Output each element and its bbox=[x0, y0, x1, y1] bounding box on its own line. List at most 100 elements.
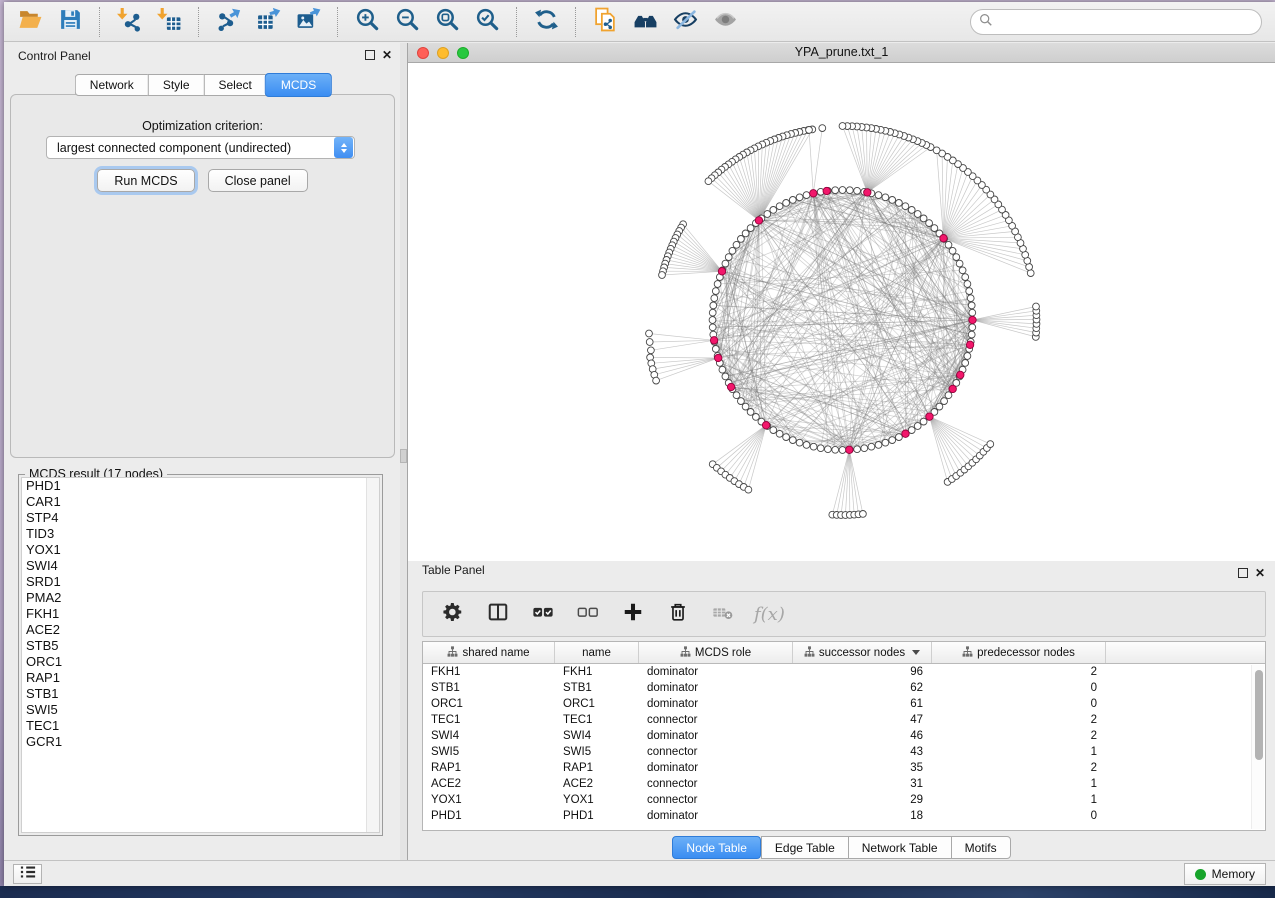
table-row[interactable]: RAP1RAP1dominator352 bbox=[423, 760, 1265, 776]
table-scrollbar[interactable] bbox=[1251, 665, 1264, 829]
table-row[interactable]: SWI4SWI4dominator462 bbox=[423, 728, 1265, 744]
mcds-result-item[interactable]: GCR1 bbox=[22, 734, 379, 750]
mcds-result-item[interactable]: STP4 bbox=[22, 510, 379, 526]
search-input[interactable] bbox=[993, 15, 1261, 29]
table-row[interactable]: SWI5SWI5connector431 bbox=[423, 744, 1265, 760]
zoom-selected-button[interactable] bbox=[467, 5, 507, 39]
tab-edge-table[interactable]: Edge Table bbox=[761, 836, 848, 859]
network-window-titlebar[interactable]: YPA_prune.txt_1 bbox=[408, 43, 1275, 63]
zoom-out-button[interactable] bbox=[387, 5, 427, 39]
export-image-button[interactable] bbox=[288, 5, 328, 39]
attribute-tree-icon bbox=[447, 646, 458, 660]
mcds-result-item[interactable]: STB5 bbox=[22, 638, 379, 654]
cell-predecessor-nodes: 1 bbox=[932, 778, 1106, 790]
save-session-button[interactable] bbox=[50, 5, 90, 39]
table-panel-tabs: Node Table Edge Table Network Table Moti… bbox=[408, 836, 1275, 859]
delete-table-button[interactable] bbox=[709, 599, 737, 629]
select-all-rows-button[interactable] bbox=[529, 599, 557, 629]
import-network-button[interactable] bbox=[109, 5, 149, 39]
deselect-all-rows-button[interactable] bbox=[574, 599, 602, 629]
mcds-result-item[interactable]: PHD1 bbox=[22, 478, 379, 494]
tab-network-table[interactable]: Network Table bbox=[848, 836, 951, 859]
tab-style[interactable]: Style bbox=[148, 74, 204, 96]
attribute-tree-icon bbox=[680, 646, 691, 660]
table-row[interactable]: ACE2ACE2connector311 bbox=[423, 776, 1265, 792]
zoom-in-button[interactable] bbox=[347, 5, 387, 39]
float-panel-button[interactable] bbox=[365, 50, 375, 60]
import-network-icon bbox=[117, 7, 142, 37]
export-network-button[interactable] bbox=[208, 5, 248, 39]
mcds-result-item[interactable]: FKH1 bbox=[22, 606, 379, 622]
memory-button[interactable]: Memory bbox=[1184, 863, 1266, 885]
function-builder-button[interactable]: f(x) bbox=[754, 604, 785, 625]
add-column-button[interactable] bbox=[619, 599, 647, 629]
close-panel-button2[interactable]: Close panel bbox=[208, 169, 308, 192]
close-table-panel-button[interactable]: ✕ bbox=[1255, 568, 1265, 578]
mcds-list-scrollbar[interactable] bbox=[366, 478, 379, 832]
mcds-result-item[interactable]: YOX1 bbox=[22, 542, 379, 558]
hide-selected-button[interactable] bbox=[665, 5, 705, 39]
window-close-button[interactable] bbox=[417, 47, 429, 59]
import-table-button[interactable] bbox=[149, 5, 189, 39]
table-panel-title: Table Panel bbox=[408, 563, 485, 577]
float-table-panel-button[interactable] bbox=[1238, 568, 1248, 578]
tab-node-table[interactable]: Node Table bbox=[672, 836, 761, 859]
table-row[interactable]: FKH1FKH1dominator962 bbox=[423, 664, 1265, 680]
tab-network[interactable]: Network bbox=[75, 74, 148, 96]
cell-MCDS-role: connector bbox=[639, 714, 793, 726]
mcds-result-item[interactable]: PMA2 bbox=[22, 590, 379, 606]
column-header-MCDS-role[interactable]: MCDS role bbox=[639, 642, 793, 663]
mcds-result-item[interactable]: SWI4 bbox=[22, 558, 379, 574]
window-zoom-button[interactable] bbox=[457, 47, 469, 59]
mcds-result-item[interactable]: ACE2 bbox=[22, 622, 379, 638]
show-column-button[interactable] bbox=[484, 599, 512, 629]
gear-icon bbox=[442, 601, 464, 628]
mcds-result-item[interactable]: TID3 bbox=[22, 526, 379, 542]
run-mcds-button[interactable]: Run MCDS bbox=[97, 169, 194, 192]
task-history-button[interactable] bbox=[13, 864, 42, 884]
find-button[interactable] bbox=[625, 5, 665, 39]
mcds-result-item[interactable]: CAR1 bbox=[22, 494, 379, 510]
table-row[interactable]: PHD1PHD1dominator180 bbox=[423, 808, 1265, 824]
refresh-button[interactable] bbox=[526, 5, 566, 39]
tab-mcds[interactable]: MCDS bbox=[265, 73, 332, 97]
mcds-result-item[interactable]: STB1 bbox=[22, 686, 379, 702]
column-header-successor-nodes[interactable]: successor nodes bbox=[793, 642, 932, 663]
tab-select[interactable]: Select bbox=[204, 74, 266, 96]
splitter-grip-icon[interactable] bbox=[400, 449, 407, 463]
column-header-shared-name[interactable]: shared name bbox=[423, 642, 555, 663]
clone-network-button[interactable] bbox=[585, 5, 625, 39]
cell-shared-name: TEC1 bbox=[423, 714, 555, 726]
mcds-result-item[interactable]: RAP1 bbox=[22, 670, 379, 686]
criterion-dropdown[interactable]: largest connected component (undirected) bbox=[46, 136, 355, 159]
mcds-result-item[interactable]: SWI5 bbox=[22, 702, 379, 718]
cell-name: ACE2 bbox=[555, 778, 639, 790]
table-row[interactable]: ORC1ORC1dominator610 bbox=[423, 696, 1265, 712]
column-header-predecessor-nodes[interactable]: predecessor nodes bbox=[932, 642, 1106, 663]
panel-splitter[interactable] bbox=[400, 43, 407, 860]
mcds-result-list[interactable]: PHD1CAR1STP4TID3YOX1SWI4SRD1PMA2FKH1ACE2… bbox=[21, 477, 380, 833]
open-session-button[interactable] bbox=[10, 5, 50, 39]
mcds-result-item[interactable]: SRD1 bbox=[22, 574, 379, 590]
zoom-fit-button[interactable] bbox=[427, 5, 467, 39]
table-scrollbar-thumb[interactable] bbox=[1255, 670, 1263, 760]
delete-column-button[interactable] bbox=[664, 599, 692, 629]
export-table-button[interactable] bbox=[248, 5, 288, 39]
table-header-row: shared namenameMCDS rolesuccessor nodesp… bbox=[423, 642, 1265, 664]
table-settings-button[interactable] bbox=[439, 599, 467, 629]
mcds-result-item[interactable]: TEC1 bbox=[22, 718, 379, 734]
network-canvas[interactable] bbox=[408, 63, 1275, 561]
tab-motifs[interactable]: Motifs bbox=[951, 836, 1011, 859]
window-minimize-button[interactable] bbox=[437, 47, 449, 59]
node-table[interactable]: shared namenameMCDS rolesuccessor nodesp… bbox=[422, 641, 1266, 831]
cell-shared-name: ACE2 bbox=[423, 778, 555, 790]
table-row[interactable]: STB1STB1dominator620 bbox=[423, 680, 1265, 696]
show-all-button[interactable] bbox=[705, 5, 745, 39]
column-header-name[interactable]: name bbox=[555, 642, 639, 663]
clone-network-icon bbox=[593, 7, 618, 37]
close-panel-button[interactable]: ✕ bbox=[382, 50, 392, 60]
table-row[interactable]: TEC1TEC1connector472 bbox=[423, 712, 1265, 728]
main-toolbar bbox=[4, 2, 1275, 42]
mcds-result-item[interactable]: ORC1 bbox=[22, 654, 379, 670]
table-row[interactable]: YOX1YOX1connector291 bbox=[423, 792, 1265, 808]
